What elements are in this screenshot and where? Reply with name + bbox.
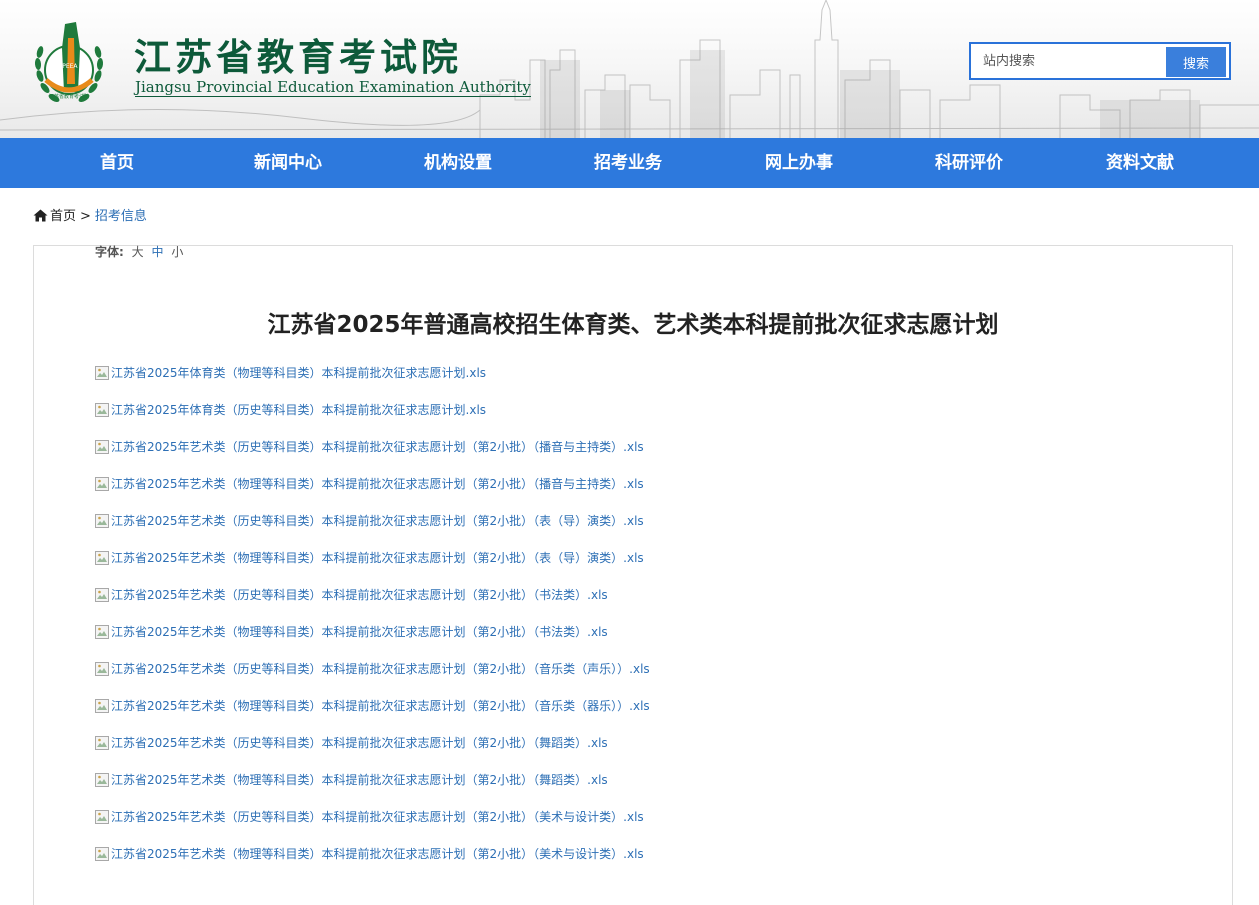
list-item: 江苏省2025年体育类（物理等科目类）本科提前批次征求志愿计划.xls: [95, 365, 650, 402]
broken-image-icon: [95, 440, 109, 454]
attachment-link[interactable]: 江苏省2025年艺术类（物理等科目类）本科提前批次征求志愿计划（第2小批）（舞蹈…: [95, 773, 608, 787]
nav-item-documents[interactable]: 资料文献: [1070, 138, 1210, 188]
nav-item-organization[interactable]: 机构设置: [388, 138, 528, 188]
attachment-filename: 江苏省2025年艺术类（历史等科目类）本科提前批次征求志愿计划（第2小批）（表（…: [111, 514, 644, 528]
attachment-link[interactable]: 江苏省2025年体育类（历史等科目类）本科提前批次征求志愿计划.xls: [95, 403, 486, 417]
attachment-link[interactable]: 江苏省2025年体育类（物理等科目类）本科提前批次征求志愿计划.xls: [95, 366, 486, 380]
font-size-medium[interactable]: 中: [151, 245, 163, 259]
list-item: 江苏省2025年艺术类（物理等科目类）本科提前批次征求志愿计划（第2小批）（音乐…: [95, 698, 650, 735]
attachment-link[interactable]: 江苏省2025年艺术类（物理等科目类）本科提前批次征求志愿计划（第2小批）（音乐…: [95, 699, 650, 713]
attachment-filename: 江苏省2025年艺术类（物理等科目类）本科提前批次征求志愿计划（第2小批）（书法…: [111, 625, 608, 639]
broken-image-icon: [95, 477, 109, 491]
svg-text:江苏省教育考试院: 江苏省教育考试院: [49, 93, 89, 100]
attachment-link[interactable]: 江苏省2025年艺术类（历史等科目类）本科提前批次征求志愿计划（第2小批）（书法…: [95, 588, 608, 602]
broken-image-icon: [95, 810, 109, 824]
org-name-en: Jiangsu Provincial Education Examination…: [135, 78, 531, 97]
attachment-filename: 江苏省2025年艺术类（物理等科目类）本科提前批次征求志愿计划（第2小批）（播音…: [111, 477, 644, 491]
attachment-link[interactable]: 江苏省2025年艺术类（历史等科目类）本科提前批次征求志愿计划（第2小批）（美术…: [95, 810, 644, 824]
broken-image-icon: [95, 662, 109, 676]
attachment-filename: 江苏省2025年艺术类（物理等科目类）本科提前批次征求志愿计划（第2小批）（美术…: [111, 847, 644, 861]
attachment-link[interactable]: 江苏省2025年艺术类（物理等科目类）本科提前批次征求志愿计划（第2小批）（播音…: [95, 477, 644, 491]
article-panel: 字体: 大 中 小 江苏省2025年普通高校招生体育类、艺术类本科提前批次征求志…: [33, 245, 1233, 905]
nav-item-home[interactable]: 首页: [47, 138, 187, 188]
breadcrumb-home[interactable]: 首页: [50, 209, 76, 224]
broken-image-icon: [95, 773, 109, 787]
breadcrumb: 首页 > 招考信息: [33, 207, 147, 227]
list-item: 江苏省2025年艺术类（历史等科目类）本科提前批次征求志愿计划（第2小批）（美术…: [95, 809, 650, 846]
broken-image-icon: [95, 847, 109, 861]
attachment-filename: 江苏省2025年体育类（历史等科目类）本科提前批次征求志愿计划.xls: [111, 403, 487, 417]
list-item: 江苏省2025年艺术类（物理等科目类）本科提前批次征求志愿计划（第2小批）（书法…: [95, 624, 650, 661]
attachment-link[interactable]: 江苏省2025年艺术类（历史等科目类）本科提前批次征求志愿计划（第2小批）（播音…: [95, 440, 644, 454]
font-size-small[interactable]: 小: [171, 245, 183, 259]
attachment-filename: 江苏省2025年艺术类（历史等科目类）本科提前批次征求志愿计划（第2小批）（播音…: [111, 440, 644, 454]
attachment-filename: 江苏省2025年艺术类（历史等科目类）本科提前批次征求志愿计划（第2小批）（书法…: [111, 588, 608, 602]
font-size-label: 字体:: [95, 245, 124, 259]
attachment-link[interactable]: 江苏省2025年艺术类（历史等科目类）本科提前批次征求志愿计划（第2小批）（音乐…: [95, 662, 650, 676]
list-item: 江苏省2025年艺术类（历史等科目类）本科提前批次征求志愿计划（第2小批）（播音…: [95, 439, 650, 476]
list-item: 江苏省2025年艺术类（物理等科目类）本科提前批次征求志愿计划（第2小批）（舞蹈…: [95, 772, 650, 809]
list-item: 江苏省2025年艺术类（历史等科目类）本科提前批次征求志愿计划（第2小批）（书法…: [95, 587, 650, 624]
site-search: 搜索: [969, 42, 1231, 80]
search-input[interactable]: [973, 46, 1163, 76]
nav-item-research[interactable]: 科研评价: [899, 138, 1039, 188]
search-button[interactable]: 搜索: [1166, 47, 1226, 77]
attachment-filename: 江苏省2025年艺术类（物理等科目类）本科提前批次征求志愿计划（第2小批）（音乐…: [111, 699, 650, 713]
attachment-link[interactable]: 江苏省2025年艺术类（物理等科目类）本科提前批次征求志愿计划（第2小批）（美术…: [95, 847, 644, 861]
broken-image-icon: [95, 588, 109, 602]
broken-image-icon: [95, 736, 109, 750]
broken-image-icon: [95, 625, 109, 639]
list-item: 江苏省2025年艺术类（历史等科目类）本科提前批次征求志愿计划（第2小批）（表（…: [95, 513, 650, 550]
home-icon: [33, 209, 48, 222]
main-nav: 首页 新闻中心 机构设置 招考业务 网上办事 科研评价 资料文献: [0, 138, 1259, 188]
nav-item-online-services[interactable]: 网上办事: [729, 138, 869, 188]
attachment-filename: 江苏省2025年艺术类（历史等科目类）本科提前批次征求志愿计划（第2小批）（舞蹈…: [111, 736, 608, 750]
site-header: JPEEA 江苏省教育考试院 江苏省教育考试院 Jiangsu Provinci…: [0, 0, 1259, 138]
attachment-filename: 江苏省2025年艺术类（物理等科目类）本科提前批次征求志愿计划（第2小批）（表（…: [111, 551, 644, 565]
list-item: 江苏省2025年艺术类（历史等科目类）本科提前批次征求志愿计划（第2小批）（音乐…: [95, 661, 650, 698]
breadcrumb-separator: >: [80, 209, 91, 224]
institution-emblem: JPEEA 江苏省教育考试院: [34, 22, 104, 102]
font-size-large[interactable]: 大: [132, 245, 144, 259]
broken-image-icon: [95, 366, 109, 380]
attachment-link[interactable]: 江苏省2025年艺术类（历史等科目类）本科提前批次征求志愿计划（第2小批）（表（…: [95, 514, 644, 528]
broken-image-icon: [95, 551, 109, 565]
attachment-list: 江苏省2025年体育类（物理等科目类）本科提前批次征求志愿计划.xls 江苏省20…: [95, 365, 650, 883]
nav-item-admissions[interactable]: 招考业务: [558, 138, 698, 188]
nav-item-news[interactable]: 新闻中心: [218, 138, 358, 188]
font-size-selector: 字体: 大 中 小: [95, 244, 183, 260]
attachment-filename: 江苏省2025年艺术类（历史等科目类）本科提前批次征求志愿计划（第2小批）（美术…: [111, 810, 644, 824]
org-name-cn: 江苏省教育考试院: [134, 36, 462, 79]
list-item: 江苏省2025年艺术类（物理等科目类）本科提前批次征求志愿计划（第2小批）（表（…: [95, 550, 650, 587]
broken-image-icon: [95, 699, 109, 713]
attachment-filename: 江苏省2025年艺术类（历史等科目类）本科提前批次征求志愿计划（第2小批）（音乐…: [111, 662, 650, 676]
article-title: 江苏省2025年普通高校招生体育类、艺术类本科提前批次征求志愿计划: [267, 312, 999, 338]
attachment-link[interactable]: 江苏省2025年艺术类（物理等科目类）本科提前批次征求志愿计划（第2小批）（表（…: [95, 551, 644, 565]
broken-image-icon: [95, 403, 109, 417]
attachment-link[interactable]: 江苏省2025年艺术类（物理等科目类）本科提前批次征求志愿计划（第2小批）（书法…: [95, 625, 608, 639]
attachment-link[interactable]: 江苏省2025年艺术类（历史等科目类）本科提前批次征求志愿计划（第2小批）（舞蹈…: [95, 736, 608, 750]
attachment-filename: 江苏省2025年艺术类（物理等科目类）本科提前批次征求志愿计划（第2小批）（舞蹈…: [111, 773, 608, 787]
attachment-filename: 江苏省2025年体育类（物理等科目类）本科提前批次征求志愿计划.xls: [111, 366, 487, 380]
svg-text:JPEEA: JPEEA: [59, 63, 78, 70]
broken-image-icon: [95, 514, 109, 528]
breadcrumb-current[interactable]: 招考信息: [95, 209, 147, 224]
list-item: 江苏省2025年艺术类（历史等科目类）本科提前批次征求志愿计划（第2小批）（舞蹈…: [95, 735, 650, 772]
list-item: 江苏省2025年艺术类（物理等科目类）本科提前批次征求志愿计划（第2小批）（美术…: [95, 846, 650, 883]
list-item: 江苏省2025年艺术类（物理等科目类）本科提前批次征求志愿计划（第2小批）（播音…: [95, 476, 650, 513]
list-item: 江苏省2025年体育类（历史等科目类）本科提前批次征求志愿计划.xls: [95, 402, 650, 439]
